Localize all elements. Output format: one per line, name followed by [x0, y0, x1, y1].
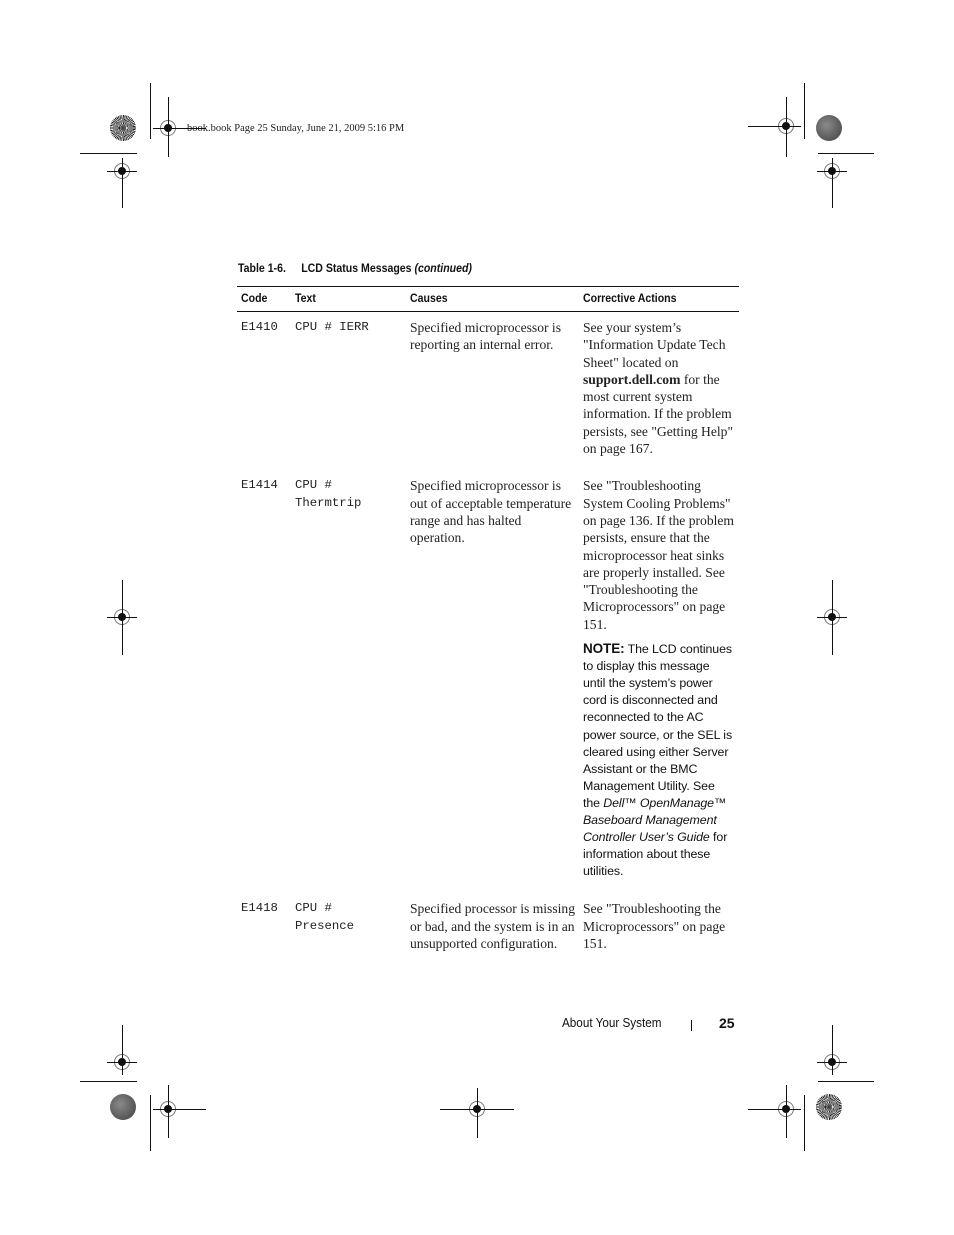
- causes-cell: Specified microprocessor is out of accep…: [410, 478, 572, 546]
- lcd-status-messages-table: Code Text Causes Corrective Actions E141…: [237, 286, 739, 965]
- code-cell: E1410: [241, 320, 278, 334]
- table-title: LCD Status Messages: [301, 261, 412, 275]
- crop-mark: [122, 580, 123, 655]
- crop-mark: [786, 1085, 787, 1138]
- print-header: book.book Page 25 Sunday, June 21, 2009 …: [187, 123, 405, 134]
- column-header-text: Text: [291, 286, 406, 312]
- causes-cell: Specified microprocessor is reporting an…: [410, 320, 561, 353]
- guide-title: Dell™ OpenManage™ Baseboard Management C…: [583, 795, 727, 845]
- crop-mark: [748, 126, 778, 127]
- crop-mark: [832, 158, 833, 208]
- code-cell: E1414: [241, 478, 278, 493]
- crop-mark: [168, 97, 169, 157]
- crop-mark: [176, 128, 206, 129]
- table-row: E1414 CPU # Thermtrip Specified micropro…: [237, 470, 739, 893]
- crop-mark: [440, 1109, 514, 1110]
- column-header-corrective-actions: Corrective Actions: [579, 286, 739, 312]
- support-link-text: support.dell.com: [583, 371, 681, 387]
- crop-mark: [122, 158, 123, 208]
- registration-disc-icon: [816, 1094, 842, 1120]
- page-number: 25: [719, 1015, 735, 1031]
- crop-mark: [786, 97, 787, 157]
- actions-text: See "Troubleshooting System Cooling Prob…: [583, 478, 734, 632]
- actions-cell: See "Troubleshooting System Cooling Prob…: [579, 470, 739, 893]
- actions-cell: See your system’s "Information Update Te…: [583, 320, 734, 457]
- crop-mark: [168, 1085, 169, 1138]
- crop-mark: [832, 580, 833, 655]
- crop-mark: [804, 83, 805, 139]
- crop-mark: [804, 1095, 805, 1151]
- crop-mark: [477, 1088, 478, 1138]
- crop-mark: [176, 1109, 206, 1110]
- table-continued-label: (continued): [414, 261, 472, 275]
- note-block: NOTE: The LCD continues to display this …: [583, 641, 733, 879]
- column-header-code: Code: [237, 286, 291, 312]
- table-number: Table 1-6.: [238, 261, 286, 275]
- table-row: E1418 CPU # Presence Specified processor…: [237, 893, 739, 965]
- crop-mark: [818, 1081, 874, 1082]
- table-row: E1410 CPU # IERR Specified microprocesso…: [237, 312, 739, 471]
- crop-mark: [832, 1025, 833, 1075]
- text-cell: CPU # IERR: [295, 320, 369, 334]
- crop-mark: [80, 1081, 137, 1082]
- text-cell: CPU # Thermtrip: [295, 478, 362, 510]
- causes-cell: Specified processor is missing or bad, a…: [410, 901, 575, 951]
- crop-mark: [150, 1095, 151, 1151]
- table-caption: Table 1-6. LCD Status Messages (continue…: [238, 261, 472, 275]
- footer-separator: [691, 1020, 692, 1031]
- registration-disc-icon: [816, 115, 842, 141]
- code-cell: E1418: [241, 901, 278, 916]
- crop-mark: [150, 83, 151, 139]
- registration-disc-icon: [110, 1094, 136, 1120]
- crop-mark: [748, 1109, 778, 1110]
- note-label: NOTE:: [583, 641, 625, 657]
- text-cell: CPU # Presence: [295, 901, 355, 933]
- registration-disc-icon: [110, 115, 136, 141]
- crop-mark: [818, 153, 874, 154]
- crop-mark: [80, 153, 137, 154]
- crop-mark: [122, 1025, 123, 1075]
- footer-section-title: About Your System: [562, 1015, 662, 1030]
- table-header-row: Code Text Causes Corrective Actions: [237, 286, 739, 312]
- actions-cell: See "Troubleshooting the Microprocessors…: [583, 901, 726, 951]
- column-header-causes: Causes: [406, 286, 579, 312]
- page-footer: About Your System 25: [562, 1015, 735, 1031]
